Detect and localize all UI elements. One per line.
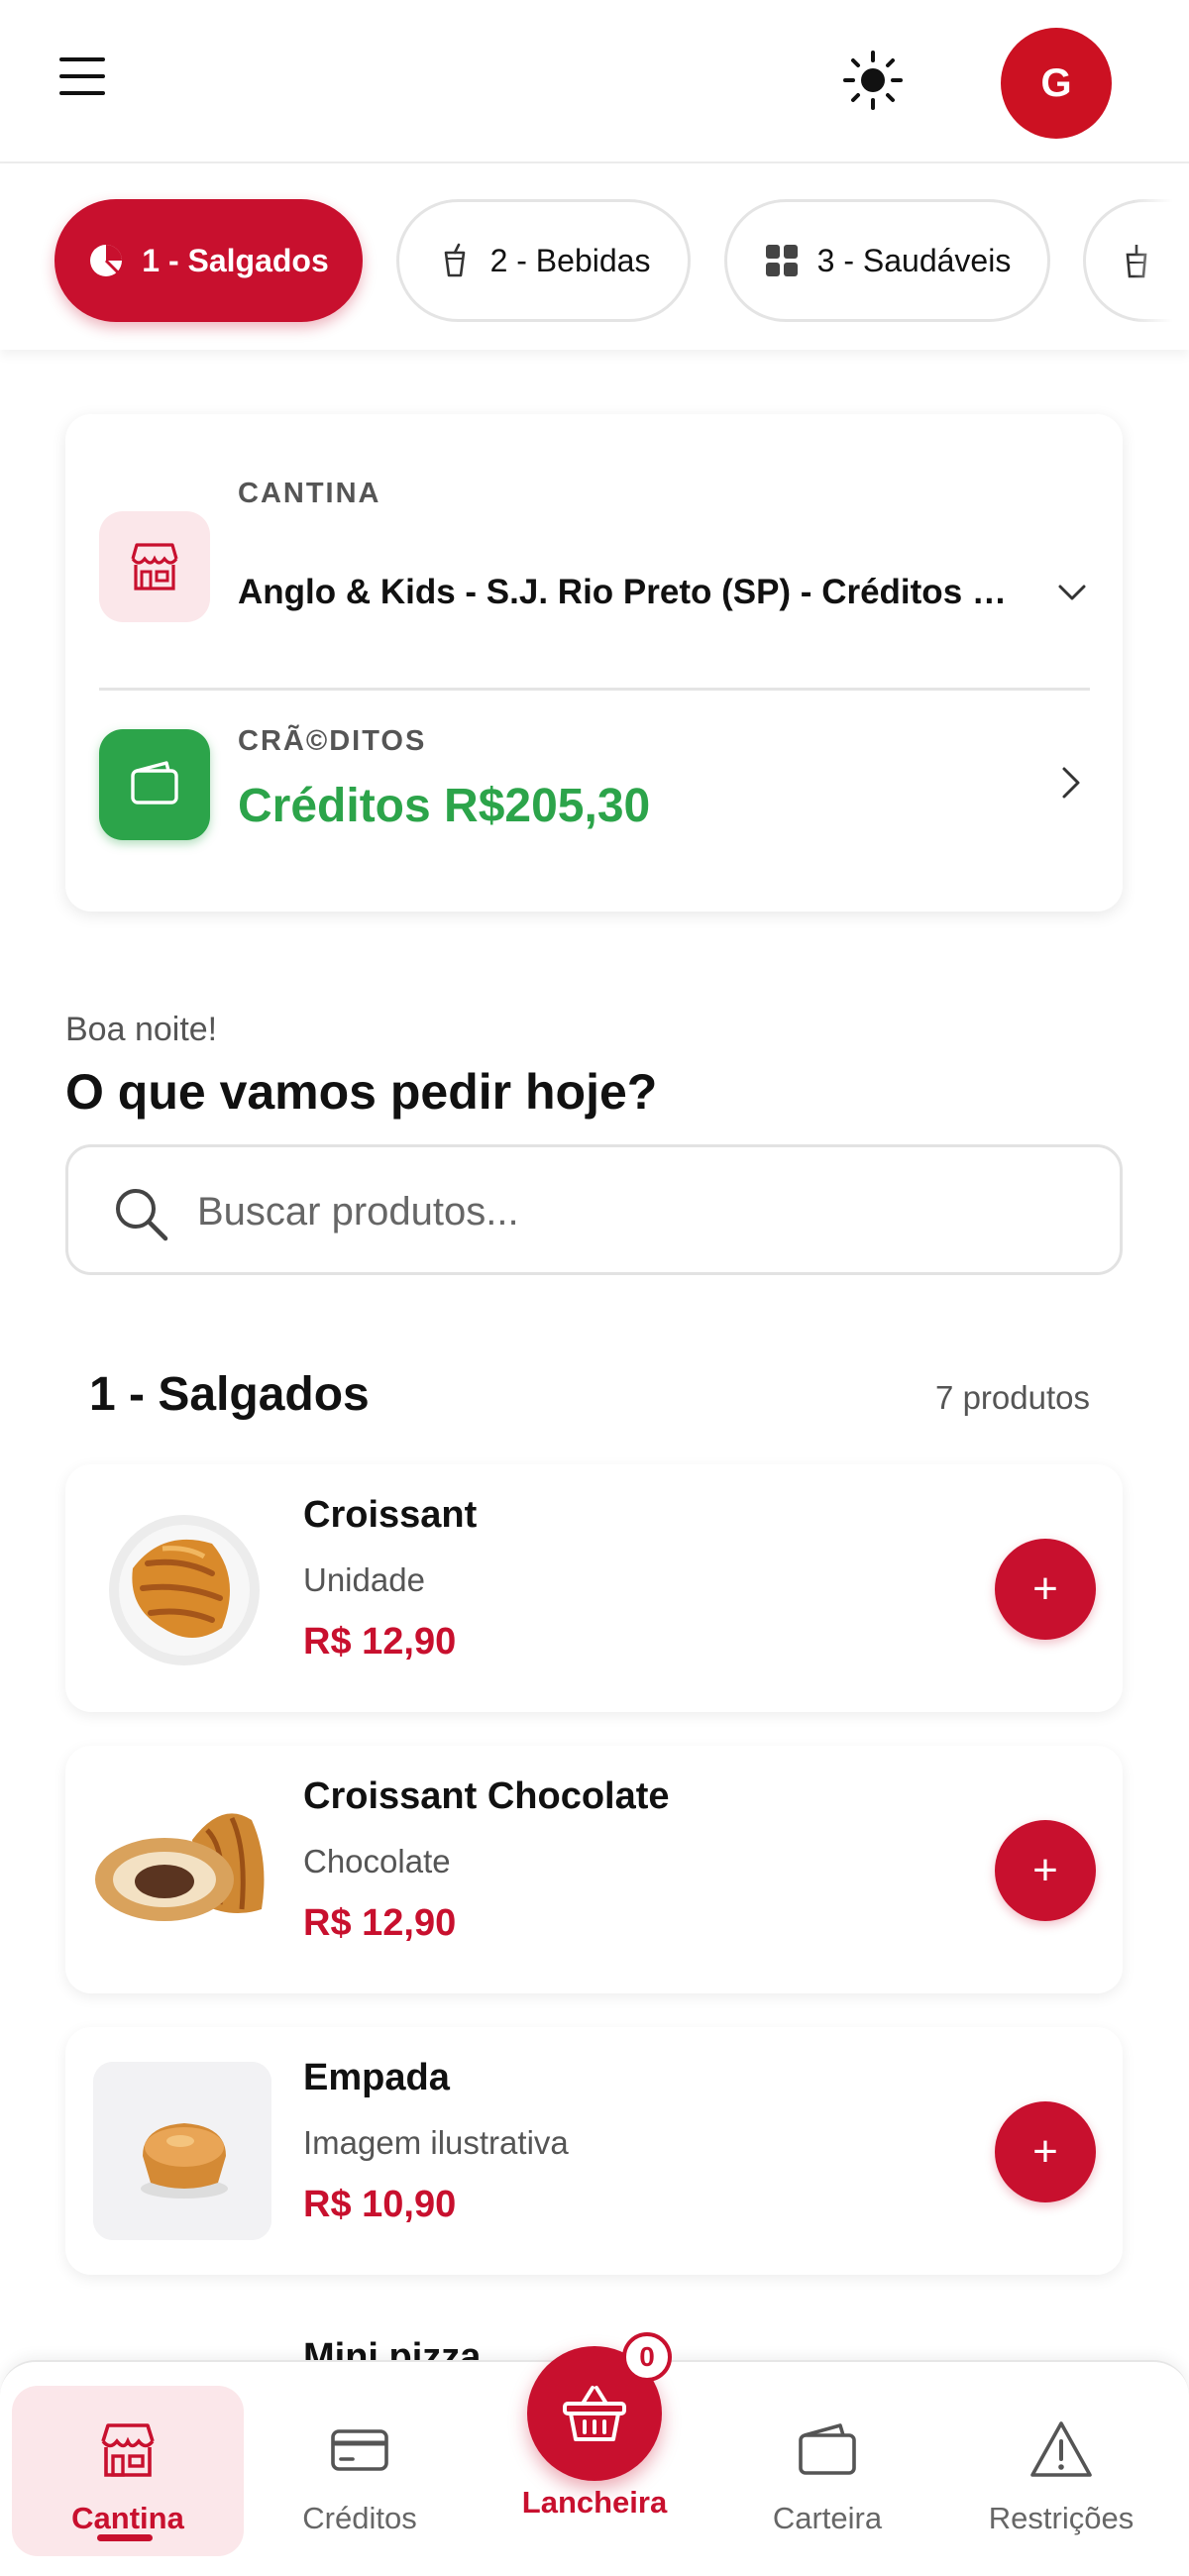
cart-count-badge: 0 — [622, 2332, 672, 2382]
cup-icon — [437, 243, 473, 278]
nav-label: Restrições — [988, 2501, 1135, 2535]
tab-saudaveis[interactable]: 3 - Saudáveis — [724, 199, 1050, 322]
nav-carteira[interactable]: Carteira — [711, 2386, 943, 2556]
hamburger-menu-icon[interactable] — [54, 52, 112, 101]
cantina-card: CANTINA Anglo & Kids - S.J. Rio Preto (S… — [65, 414, 1123, 912]
page-title: O que vamos pedir hoje? — [65, 1064, 658, 1120]
search-icon — [112, 1185, 169, 1242]
tab-label: 1 - Salgados — [142, 242, 329, 278]
nav-label-lancheira[interactable]: Lancheira — [495, 2485, 694, 2521]
product-image-croissant-chocolate — [93, 1780, 271, 1959]
product-description: Unidade — [303, 1561, 425, 1598]
tab-label: 3 - Saudáveis — [816, 242, 1012, 278]
tab-label: 2 - Bebidas — [489, 242, 651, 278]
search-input[interactable] — [197, 1177, 1069, 1246]
credits-balance[interactable]: Créditos R$205,30 — [238, 779, 650, 833]
sun-icon[interactable] — [842, 50, 904, 111]
category-tabs: 1 - Salgados 2 - Bebidas 3 - Saudáveis — [0, 163, 1189, 350]
tabs-scroll-fade — [1134, 163, 1189, 350]
wallet-icon — [799, 2423, 856, 2475]
product-description: Imagem ilustrativa — [303, 2124, 569, 2161]
nav-restricoes[interactable]: Restrições — [945, 2386, 1177, 2556]
chevron-down-icon[interactable] — [1052, 573, 1092, 612]
top-app-bar: G — [0, 0, 1189, 163]
product-image-croissant — [93, 1499, 271, 1677]
credit-card-icon — [331, 2429, 388, 2471]
warning-icon — [1030, 2421, 1092, 2477]
search-bar — [65, 1144, 1123, 1275]
tab-salgados[interactable]: 1 - Salgados — [54, 199, 363, 322]
product-price: R$ 12,90 — [303, 1902, 457, 1944]
product-card[interactable]: Croissant Chocolate Chocolate R$ 12,90 + — [65, 1746, 1123, 1993]
basket-icon — [563, 2386, 626, 2441]
greeting-text: Boa noite! — [65, 1011, 218, 1048]
chevron-right-icon[interactable] — [1050, 763, 1090, 803]
product-card[interactable]: Croissant Unidade R$ 12,90 + — [65, 1464, 1123, 1712]
product-image-empada — [93, 2062, 271, 2240]
nav-cantina[interactable]: Cantina — [12, 2386, 244, 2556]
product-description: Chocolate — [303, 1843, 451, 1879]
product-price: R$ 10,90 — [303, 2184, 457, 2225]
cantina-label: CANTINA — [238, 478, 381, 509]
add-to-cart-button[interactable]: + — [995, 2101, 1096, 2202]
nav-creditos[interactable]: Créditos — [244, 2386, 476, 2556]
product-card[interactable]: Empada Imagem ilustrativa R$ 10,90 + — [65, 2027, 1123, 2275]
pie-chart-icon — [88, 243, 124, 278]
active-nav-indicator — [97, 2534, 153, 2541]
add-to-cart-button[interactable]: + — [995, 1539, 1096, 1640]
product-name: Empada — [303, 2057, 450, 2098]
product-name: Croissant Chocolate — [303, 1775, 670, 1817]
store-icon — [99, 511, 210, 622]
section-title: 1 - Salgados — [89, 1368, 370, 1421]
nav-label: Cantina — [71, 2501, 184, 2535]
grid-icon — [764, 243, 800, 278]
add-to-cart-button[interactable]: + — [995, 1820, 1096, 1921]
nav-label: Créditos — [302, 2501, 417, 2535]
tab-bebidas[interactable]: 2 - Bebidas — [396, 199, 691, 322]
product-price: R$ 12,90 — [303, 1621, 457, 1663]
cantina-select-value[interactable]: Anglo & Kids - S.J. Rio Preto (SP) - Cré… — [238, 573, 1030, 612]
wallet-icon — [99, 729, 210, 840]
section-product-count: 7 produtos — [935, 1379, 1090, 1416]
store-icon — [101, 2423, 155, 2477]
credits-label: CRÃ©DITOS — [238, 725, 427, 757]
nav-label: Carteira — [772, 2501, 883, 2535]
card-divider — [99, 688, 1090, 691]
product-name: Croissant — [303, 1494, 478, 1536]
user-avatar[interactable]: G — [1001, 28, 1112, 139]
